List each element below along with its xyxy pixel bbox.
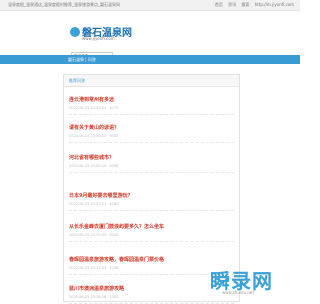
question-meta: 2020-06-25 23:12:33 · 4108 [69,266,119,270]
question-title[interactable]: 蓝川市澳洲温泉旅游攻略 [69,285,124,292]
list-item[interactable]: 河北省有哪些城市？ 2020-06-25 23:05:20 · 6398 [69,152,234,173]
top-link-home[interactable]: 首页 [215,2,223,7]
question-meta: 2020-06-25 22:53:04 · 6179 [69,106,119,110]
list-item[interactable]: 请有关于黄山的谚语？ 2020-06-25 23:20:13 · 9160 [69,122,234,143]
question-meta: 2020-06-25 23:30:05 · 8163 [69,233,119,237]
question-title[interactable]: 连云港到常州有多远 [69,96,114,103]
question-meta: 2020-06-25 23:05:20 · 6398 [69,164,119,168]
nav-bar: 磐石温泉 | 问答 [0,55,300,64]
section-title: 推荐问答 [69,78,85,83]
question-title[interactable]: 春晖园温泉旅游攻略，春晖园温泉门票价格 [69,256,164,263]
top-link-news[interactable]: 资讯 [228,2,236,7]
watermark: 瞬录网 www.shunlu.net [196,262,300,300]
site-tagline: 温泉度假_温泉酒店_温泉度假村推荐_温泉旅游景点_磐石温泉网 [8,2,120,7]
mobile-url[interactable]: http://m.jiyonfi.com [255,2,294,7]
top-bar: 温泉度假_温泉酒店_温泉度假村推荐_温泉旅游景点_磐石温泉网 首页 资讯 搜索 … [0,0,300,11]
question-title[interactable]: 河北省有哪些城市？ [69,154,114,161]
question-title[interactable]: 请有关于黄山的谚语？ [69,124,119,131]
logo-subtitle: www.jiyonfi.com [82,36,115,41]
site-header: 磐石温泉网 www.jiyonfi.com 搜索温泉 热门搜索 温泉攻略 [0,11,300,61]
list-item[interactable]: 日本9月最好要去哪里游玩？ 2020-06-25 23:07:21 · 6180 [69,190,234,211]
breadcrumb[interactable]: 磐石温泉 | 问答 [68,57,96,63]
question-meta: 2020-06-25 23:20:13 · 9160 [69,134,119,138]
question-meta: 2020-06-25 23:28:26 · 5182 [69,295,119,299]
question-meta: 2020-06-25 23:07:21 · 6180 [69,202,119,206]
top-links: 首页 资讯 搜索 http://m.jiyonfi.com [211,2,294,8]
question-title[interactable]: 日本9月最好要去哪里游玩？ [69,192,132,199]
list-item[interactable]: 连云港到常州有多远 2020-06-25 22:53:04 · 6179 [69,94,234,115]
question-title[interactable]: 从长乐金峰去厦门鼓浪屿要多久？怎么坐车 [69,223,164,230]
top-link-search[interactable]: 搜索 [241,2,249,7]
logo-icon[interactable] [70,27,80,37]
watermark-subtext: www.shunlu.net [222,290,254,295]
section-header: 推荐问答 [64,75,239,87]
list-item[interactable]: 从长乐金峰去厦门鼓浪屿要多久？怎么坐车 2020-06-25 23:30:05 … [69,221,234,242]
